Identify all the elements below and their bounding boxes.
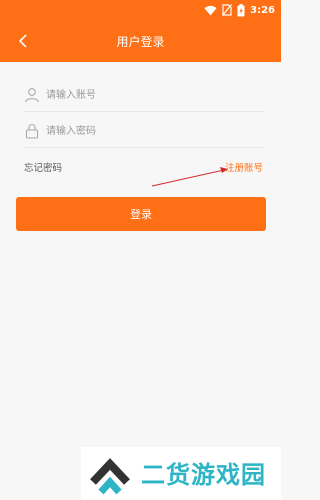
account-input[interactable] — [46, 85, 256, 105]
register-link[interactable]: 注册账号 — [225, 160, 263, 174]
status-time: 3:26 — [250, 4, 275, 16]
wifi-icon — [204, 5, 217, 16]
forgot-password-link[interactable]: 忘记密码 — [24, 160, 62, 174]
watermark: 二货游戏园 — [81, 447, 281, 500]
user-icon — [24, 88, 40, 103]
password-input[interactable] — [46, 121, 256, 141]
account-field — [24, 78, 265, 112]
lock-icon — [25, 124, 39, 139]
annotation-arrow — [151, 167, 228, 187]
status-icons: 3:26 — [204, 3, 275, 17]
password-field — [24, 114, 265, 148]
sim-off-icon — [222, 4, 233, 16]
app-header: 3:26 用户登录 — [0, 0, 281, 62]
battery-icon — [237, 3, 245, 16]
watermark-text: 二货游戏园 — [141, 461, 266, 489]
title-bar: 用户登录 — [0, 26, 281, 56]
login-button[interactable]: 登录 — [16, 197, 266, 231]
page-title: 用户登录 — [116, 35, 165, 49]
watermark-logo — [90, 458, 130, 495]
status-bar: 3:26 — [0, 0, 281, 20]
